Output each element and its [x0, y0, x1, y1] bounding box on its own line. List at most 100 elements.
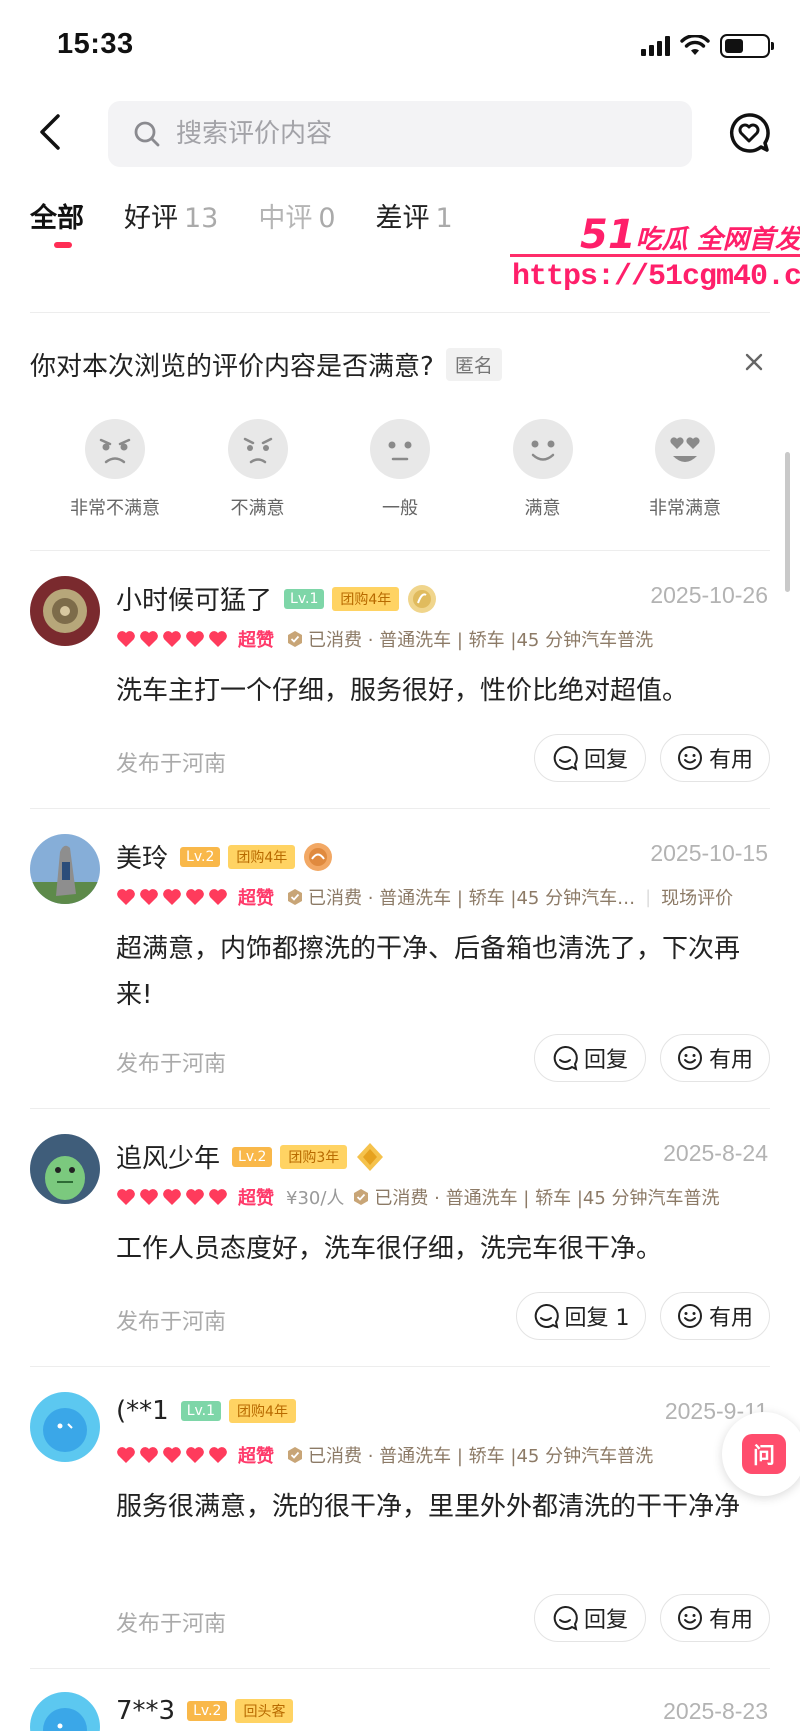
smile-icon [677, 746, 702, 770]
rating-hearts [116, 630, 228, 648]
ask-icon: 问 [742, 1434, 786, 1474]
review-date: 2025-8-24 [663, 1140, 768, 1166]
option-very-satisfied[interactable]: 非常满意 [620, 418, 750, 520]
heart-icon [140, 889, 158, 905]
medal-icon [408, 584, 437, 613]
heart-icon [117, 631, 135, 647]
onsite-review-tag: 现场评价 [661, 888, 734, 909]
option-label: 非常不满意 [70, 498, 160, 519]
reviewer-name[interactable]: 小时候可猛了 [116, 580, 272, 617]
chat-heart-icon [729, 113, 770, 153]
option-very-dissatisfied[interactable]: 非常不满意 [50, 418, 180, 520]
ask-question-button[interactable]: 问 [722, 1412, 800, 1496]
medal-icon [304, 842, 333, 871]
reply-icon [553, 745, 578, 771]
reviewer-name[interactable]: (**1 [116, 1396, 169, 1426]
close-survey-button[interactable] [742, 350, 766, 374]
rating-label: 超赞 [238, 1188, 274, 1209]
tab-positive[interactable]: 好评 13 [124, 196, 218, 235]
reviewer-name[interactable]: 7**3 [116, 1696, 175, 1726]
search-bar[interactable] [108, 101, 692, 167]
level-badge: Lv.1 [180, 1401, 222, 1421]
consumed-info: 已消费 · 普通洗车 | 轿车 |45 分钟汽车普洗 [308, 1446, 654, 1467]
heart-icon [117, 1189, 135, 1205]
divider [30, 808, 770, 809]
status-icons [641, 34, 774, 58]
heart-icon [209, 889, 227, 905]
option-label: 满意 [524, 498, 561, 519]
option-neutral[interactable]: 一般 [335, 418, 465, 520]
review-location: 发布于河南 [116, 1612, 227, 1637]
heart-icon [163, 1189, 181, 1205]
smile-face-icon [512, 419, 573, 479]
satisfaction-options: 非常不满意 不满意 一般 满意 非常满意 [50, 418, 750, 520]
heart-icon [163, 1447, 181, 1463]
smile-icon [677, 1304, 702, 1328]
divider [30, 1668, 770, 1669]
level-badge: Lv.2 [232, 1146, 273, 1167]
avatar[interactable] [30, 1692, 100, 1731]
rating-label: 超赞 [238, 1446, 274, 1467]
review-meta: 超赞 ¥30/人 已消费 · 普通洗车 | 轿车 |45 分钟汽车普洗 [116, 1184, 720, 1210]
tab-all[interactable]: 全部 [30, 196, 84, 248]
neutral-face-icon [370, 419, 430, 479]
option-satisfied[interactable]: 满意 [478, 418, 608, 520]
useful-button[interactable]: 有用 [660, 1594, 770, 1642]
useful-button[interactable]: 有用 [660, 1292, 770, 1340]
review-filter-tabs: 全部 好评 13 中评 0 差评 1 [30, 196, 453, 248]
watermark-brand: 51 [580, 212, 636, 258]
survey-question: 你对本次浏览的评价内容是否满意? [30, 352, 434, 382]
heart-icon [163, 889, 181, 905]
option-dissatisfied[interactable]: 不满意 [193, 418, 323, 520]
reply-button[interactable]: 回复 [534, 1034, 646, 1082]
reply-button[interactable]: 回复 1 [516, 1292, 646, 1340]
battery-icon [720, 34, 774, 58]
heart-icon [140, 1189, 158, 1205]
rating-label: 超赞 [238, 888, 274, 909]
heart-icon [186, 889, 204, 905]
review-location: 发布于河南 [116, 752, 227, 777]
scrollbar[interactable] [785, 452, 790, 592]
smile-icon [677, 1046, 702, 1070]
useful-button[interactable]: 有用 [660, 1034, 770, 1082]
very-angry-face-icon [85, 419, 145, 479]
avatar[interactable] [30, 834, 100, 904]
review-meta: 超赞 已消费 · 普通洗车 | 轿车 |45 分钟汽车普洗 [116, 626, 653, 652]
search-input[interactable] [176, 119, 636, 149]
verified-check-icon [288, 889, 302, 905]
divider [30, 1366, 770, 1367]
review-text: 工作人员态度好，洗车很仔细，洗完车很干净。 [116, 1234, 663, 1264]
review-header: (**1 Lv.1 团购4年 [116, 1396, 296, 1426]
back-button[interactable] [30, 110, 74, 154]
reviewer-name[interactable]: 追风少年 [116, 1138, 220, 1175]
level-badge: Lv.2 [180, 846, 221, 867]
watermark: 51吃瓜 全网首发 https://51cgm40.com [510, 212, 800, 304]
reviewer-name[interactable]: 美玲 [116, 838, 168, 875]
avatar[interactable] [30, 1134, 100, 1204]
useful-button[interactable]: 有用 [660, 734, 770, 782]
avatar[interactable] [30, 576, 100, 646]
tab-negative[interactable]: 差评 1 [376, 196, 453, 235]
tab-neutral[interactable]: 中评 0 [258, 196, 335, 235]
reply-button[interactable]: 回复 [534, 1594, 646, 1642]
avatar[interactable] [30, 1392, 100, 1462]
divider [30, 550, 770, 551]
option-label: 不满意 [230, 498, 285, 519]
cellular-signal-icon [641, 36, 670, 56]
price-per-person: ¥30/人 [286, 1188, 345, 1209]
reply-button[interactable]: 回复 [534, 734, 646, 782]
membership-tag: 团购4年 [228, 844, 296, 869]
returning-customer-tag: 回头客 [235, 1699, 294, 1723]
divider [30, 312, 770, 313]
heart-icon [140, 631, 158, 647]
consult-button[interactable] [726, 110, 772, 156]
heart-icon [186, 1447, 204, 1463]
review-meta: 超赞 已消费 · 普通洗车 | 轿车 |45 分钟汽车普洗 [116, 1442, 653, 1468]
verified-check-icon [354, 1189, 369, 1205]
consumed-info: 已消费 · 普通洗车 | 轿车 |45 分钟汽车… [308, 888, 636, 909]
consumed-info: 已消费 · 普通洗车 | 轿车 |45 分钟汽车普洗 [374, 1188, 720, 1209]
review-text: 服务很满意，洗的很干净，里里外外都清洗的干干净净 [116, 1492, 741, 1522]
review-header: 美玲 Lv.2 团购4年 [116, 838, 333, 875]
close-icon [745, 353, 763, 371]
heart-icon [209, 1189, 227, 1205]
